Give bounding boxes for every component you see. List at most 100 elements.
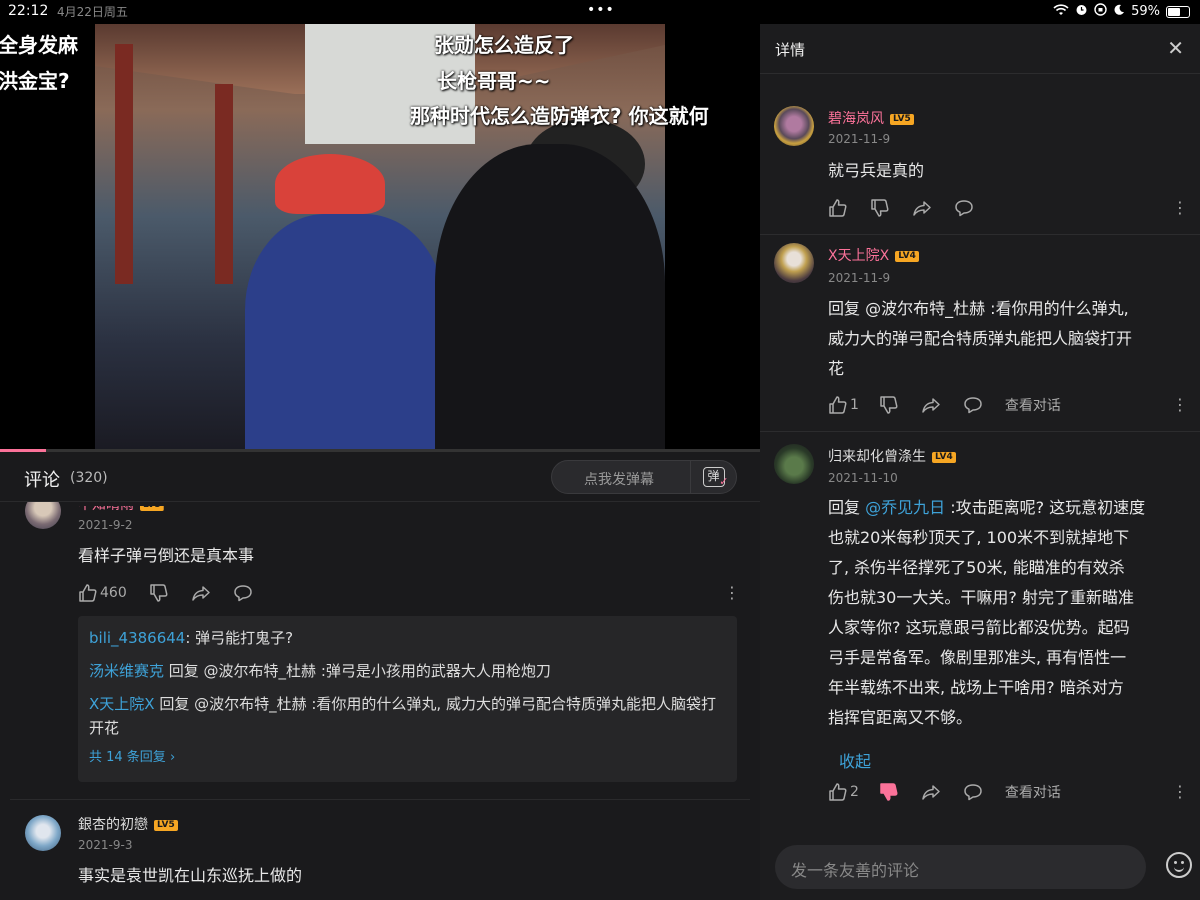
share-button[interactable] bbox=[912, 198, 932, 218]
like-button[interactable]: 1 bbox=[828, 395, 859, 415]
like-button[interactable]: 2 bbox=[828, 782, 859, 802]
reply-item[interactable]: bili_4386644: 弹弓能打鬼子? bbox=[89, 626, 719, 650]
more-options-icon[interactable]: ⋮ bbox=[724, 583, 740, 602]
danmaku-toggle-button[interactable]: 弹 ✓ bbox=[690, 461, 736, 493]
reply-button[interactable] bbox=[963, 782, 983, 802]
dislike-button[interactable] bbox=[879, 782, 899, 802]
share-button[interactable] bbox=[921, 782, 941, 802]
more-options-icon[interactable]: ⋮ bbox=[1172, 782, 1188, 801]
reply-item[interactable]: 汤米维赛克 回复 @波尔布特_杜赫 :弹弓是小孩用的武器大人用枪炮刀 bbox=[89, 659, 719, 683]
reply-text: 回复 @波尔布特_杜赫 :看你用的什么弹丸, 威力大的弹弓配合特质弹丸能把人脑袋… bbox=[89, 695, 716, 737]
comment-actions: 460 bbox=[78, 583, 253, 603]
danmaku-text: 那种时代怎么造防弹衣? 你这就何 bbox=[410, 104, 709, 128]
danmaku-text: 长枪哥哥~~ bbox=[437, 69, 551, 93]
comments-count: (320) bbox=[70, 470, 108, 486]
more-options-icon[interactable]: ⋮ bbox=[1172, 395, 1188, 414]
view-conversation-link[interactable]: 查看对话 bbox=[1005, 782, 1061, 802]
view-all-replies-link[interactable]: 共 14 条回复 › bbox=[89, 746, 175, 765]
share-button[interactable] bbox=[191, 583, 211, 603]
comment-text: 就弓兵是真的 bbox=[828, 161, 925, 180]
comment-date: 2021-11-9 bbox=[828, 271, 891, 285]
wifi-icon bbox=[1053, 3, 1069, 20]
thumbs-up-icon bbox=[829, 783, 847, 801]
like-count: 1 bbox=[850, 397, 859, 413]
detail-header: 详情 ✕ bbox=[760, 24, 1200, 74]
reply-preview-box[interactable]: bili_4386644: 弹弓能打鬼子? 汤米维赛克 回复 @波尔布特_杜赫 … bbox=[78, 616, 737, 782]
comment-compose-bar: 发一条友善的评论 bbox=[760, 836, 1200, 900]
reply-item[interactable]: X天上院X 回复 @波尔布特_杜赫 :看你用的什么弹丸, 威力大的弹弓配合特质弹… bbox=[89, 692, 719, 740]
dislike-button[interactable] bbox=[879, 395, 899, 415]
comment-date: 2021-11-10 bbox=[828, 471, 898, 485]
status-bar: 22:12 4月22日周五 ••• 59% bbox=[0, 0, 1200, 24]
battery-percent: 59% bbox=[1131, 4, 1160, 19]
detail-title: 详情 bbox=[775, 41, 806, 59]
comment-actions: 1 查看对话 bbox=[828, 395, 1061, 415]
view-conversation-link[interactable]: 查看对话 bbox=[1005, 395, 1061, 415]
reply-username[interactable]: bili_4386644 bbox=[89, 629, 185, 647]
avatar[interactable] bbox=[25, 815, 61, 851]
danmaku-placeholder: 点我发弹幕 bbox=[584, 472, 654, 488]
danmaku-input[interactable]: 点我发弹幕 弹 ✓ bbox=[551, 460, 737, 494]
comment-actions: 2 查看对话 bbox=[828, 782, 1061, 802]
reply-button[interactable] bbox=[963, 395, 983, 415]
video-player[interactable]: 全身发麻 洪金宝? 张勋怎么造反了 长枪哥哥~~ 那种时代怎么造防弹衣? 你这就… bbox=[0, 24, 760, 452]
share-icon bbox=[922, 785, 940, 800]
close-icon[interactable]: ✕ bbox=[1167, 36, 1184, 60]
comment-date: 2021-9-3 bbox=[78, 838, 133, 852]
dislike-button[interactable] bbox=[149, 583, 169, 603]
comment-input[interactable]: 发一条友善的评论 bbox=[775, 845, 1146, 889]
comment-item: X天上院X LV4 2021-11-9 回复 @波尔布特_杜赫 :看你用的什么弹丸… bbox=[760, 235, 1200, 431]
reply-button[interactable] bbox=[233, 583, 253, 603]
comment-username[interactable]: 归来却化曾涤生 LV4 bbox=[828, 446, 956, 466]
comment-item: 归来却化曾涤生 LV4 2021-11-10 回复 @乔见九日 :攻击距离呢? 这… bbox=[760, 432, 1200, 832]
comment-username[interactable]: 碧海岚风 LV5 bbox=[828, 108, 914, 128]
reply-button[interactable] bbox=[954, 198, 974, 218]
comment-input-placeholder: 发一条友善的评论 bbox=[791, 861, 920, 880]
like-button[interactable]: 460 bbox=[78, 583, 127, 603]
reply-text: 回复 @波尔布特_杜赫 :弹弓是小孩用的武器大人用枪炮刀 bbox=[164, 662, 551, 680]
emoji-icon[interactable] bbox=[1166, 852, 1192, 878]
more-options-icon[interactable]: ⋮ bbox=[1172, 198, 1188, 217]
status-time: 22:12 bbox=[8, 3, 49, 19]
like-button[interactable] bbox=[828, 198, 848, 218]
comment-username[interactable]: X天上院X LV4 bbox=[828, 245, 919, 265]
thumbs-down-icon bbox=[149, 584, 168, 602]
comment-username[interactable]: 銀杏的初戀 LV5 bbox=[78, 814, 178, 834]
danmaku-text: 全身发麻 bbox=[0, 33, 78, 57]
avatar[interactable] bbox=[774, 444, 814, 484]
comment-item: 銀杏的初戀 LV5 2021-9-3 事实是袁世凯在山东巡抚上做的 bbox=[0, 800, 760, 900]
thumbs-down-icon bbox=[880, 783, 898, 801]
video-scene-figure bbox=[435, 144, 665, 452]
status-date: 4月22日周五 bbox=[57, 5, 128, 19]
comment-icon bbox=[955, 200, 973, 217]
video-scene-hat bbox=[275, 154, 385, 214]
multitask-dots[interactable]: ••• bbox=[587, 2, 615, 18]
reply-username[interactable]: X天上院X bbox=[89, 695, 155, 713]
video-frame[interactable] bbox=[95, 24, 665, 452]
share-icon bbox=[922, 398, 940, 413]
avatar[interactable] bbox=[774, 243, 814, 283]
comments-header: 评论 (320) 点我发弹幕 弹 ✓ bbox=[0, 452, 760, 502]
mention-link[interactable]: @乔见九日 bbox=[865, 498, 945, 517]
moon-icon bbox=[1113, 4, 1125, 20]
reply-username[interactable]: 汤米维赛克 bbox=[89, 662, 164, 680]
comment-text: 回复 @乔见九日 :攻击距离呢? 这玩意初速度 也就20米每秒顶天了, 100米… bbox=[828, 498, 1146, 727]
dislike-button[interactable] bbox=[870, 198, 890, 218]
comment-icon bbox=[233, 585, 252, 602]
avatar[interactable] bbox=[774, 106, 814, 146]
thumbs-up-icon bbox=[829, 396, 847, 414]
comment-item: 碧海岚风 LV5 2021-11-9 就弓兵是真的 ⋮ bbox=[760, 98, 1200, 234]
like-count: 2 bbox=[850, 784, 859, 800]
like-count: 460 bbox=[100, 585, 127, 601]
share-icon bbox=[191, 586, 210, 601]
comment-icon bbox=[964, 784, 982, 801]
thumbs-up-icon bbox=[829, 199, 847, 217]
danmaku-text: 张勋怎么造反了 bbox=[434, 33, 574, 57]
danmaku-text: 洪金宝? bbox=[0, 69, 70, 93]
share-button[interactable] bbox=[921, 395, 941, 415]
comments-title: 评论 bbox=[24, 470, 60, 491]
comment-date: 2021-11-9 bbox=[828, 132, 891, 146]
rotation-lock-icon bbox=[1094, 3, 1107, 20]
detail-panel: 详情 ✕ 碧海岚风 LV5 2021-11-9 就弓兵是真的 ⋮ X天上院X LV4… bbox=[760, 24, 1200, 900]
collapse-link[interactable]: 收起 bbox=[839, 748, 871, 772]
